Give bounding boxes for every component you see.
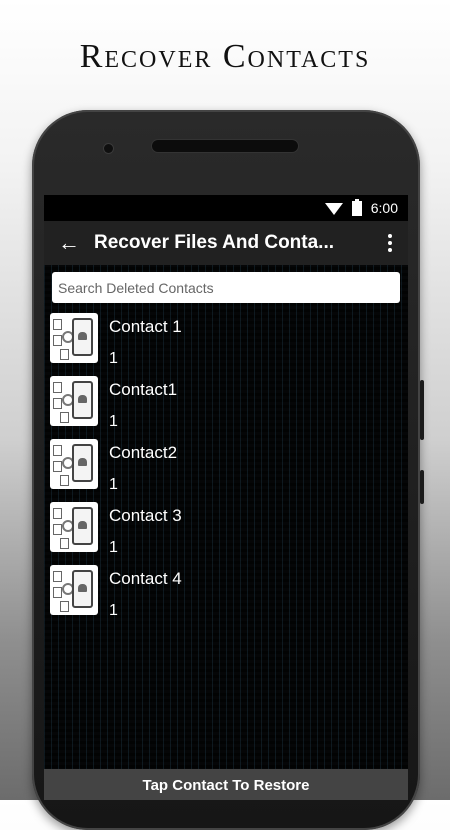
contact-count: 1 xyxy=(109,413,118,430)
earpiece-speaker xyxy=(152,140,298,152)
contact-name: Contact1 xyxy=(109,380,178,399)
wifi-icon xyxy=(324,203,343,215)
app-bar: ← Recover Files And Conta... xyxy=(44,221,408,265)
search-input[interactable] xyxy=(52,272,400,303)
contact-count: 1 xyxy=(109,539,118,556)
volume-button xyxy=(420,380,424,440)
contact-recovery-icon xyxy=(50,565,98,615)
contact-name: Contact2 xyxy=(109,443,178,462)
contact-item[interactable]: Contact1 1 xyxy=(44,374,408,437)
back-arrow-icon[interactable]: ← xyxy=(44,230,94,256)
contacts-list: Contact 1 1 Contact1 1 Contact2 1 Contac… xyxy=(44,311,408,626)
front-camera xyxy=(104,144,113,153)
contact-count: 1 xyxy=(109,602,118,619)
contact-recovery-icon xyxy=(50,439,98,489)
restore-hint-bar: Tap Contact To Restore xyxy=(44,769,408,800)
contact-recovery-icon xyxy=(50,376,98,426)
contact-item[interactable]: Contact 1 1 xyxy=(44,311,408,374)
contact-name: Contact 4 xyxy=(109,569,182,588)
status-time: 6:00 xyxy=(370,200,398,216)
phone-screen: 6:00 ← Recover Files And Conta... Contac… xyxy=(44,195,408,800)
contact-item[interactable]: Contact 3 1 xyxy=(44,500,408,563)
contacts-panel: Contact 1 1 Contact1 1 Contact2 1 xyxy=(44,265,408,774)
status-bar: 6:00 xyxy=(44,195,408,221)
contact-item[interactable]: Contact 4 1 xyxy=(44,563,408,626)
promo-title: Recover Contacts xyxy=(79,38,371,75)
app-title: Recover Files And Conta... xyxy=(94,232,335,253)
battery-icon xyxy=(351,198,362,216)
contact-name: Contact 3 xyxy=(109,506,182,525)
contact-count: 1 xyxy=(109,350,118,367)
power-button xyxy=(420,470,424,504)
contact-recovery-icon xyxy=(50,313,98,363)
contact-count: 1 xyxy=(109,476,118,493)
contact-item[interactable]: Contact2 1 xyxy=(44,437,408,500)
contact-name: Contact 1 xyxy=(109,317,182,336)
contact-recovery-icon xyxy=(50,502,98,552)
overflow-menu-icon[interactable] xyxy=(372,234,408,252)
